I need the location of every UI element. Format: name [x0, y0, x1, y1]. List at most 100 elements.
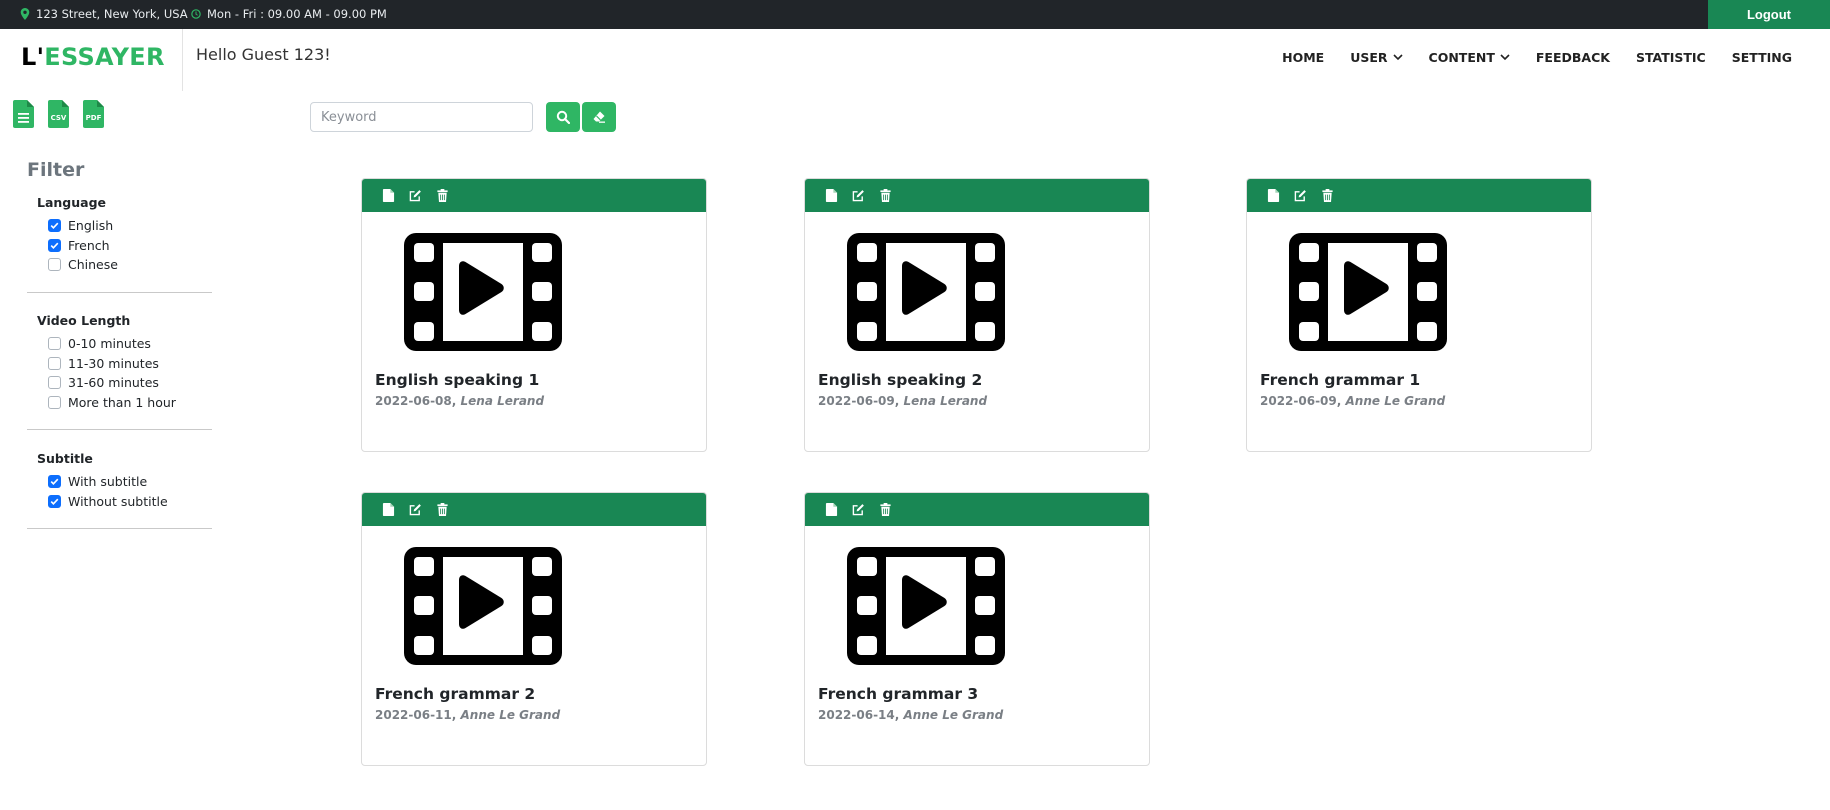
nav-statistic[interactable]: STATISTIC: [1636, 50, 1706, 65]
filter-option-french[interactable]: French: [48, 236, 212, 256]
card-title[interactable]: French grammar 2: [375, 685, 535, 703]
card-date: 2022-06-11,: [375, 708, 457, 722]
filter-option-31-60[interactable]: 31-60 minutes: [48, 373, 212, 393]
address-text: 123 Street, New York, USA: [36, 7, 188, 21]
file-icon[interactable]: [1267, 189, 1280, 202]
card-toolbar: [1247, 179, 1591, 212]
filter-option-chinese[interactable]: Chinese: [48, 255, 212, 275]
header: L'ESSAYER Hello Guest 123! HOME USER CON…: [0, 29, 1830, 91]
video-card[interactable]: English speaking 2 2022-06-09, Lena Lera…: [804, 178, 1150, 452]
filter-option-0-10[interactable]: 0-10 minutes: [48, 334, 212, 354]
trash-icon[interactable]: [1321, 189, 1334, 202]
card-date: 2022-06-08,: [375, 394, 457, 408]
txt-file-icon[interactable]: [13, 100, 34, 128]
file-icon[interactable]: [825, 189, 838, 202]
video-icon: [847, 233, 1005, 351]
pdf-file-icon[interactable]: PDF: [83, 100, 104, 128]
edit-icon[interactable]: [1294, 189, 1307, 202]
filter-divider: [27, 528, 212, 529]
export-toolbar: CSV PDF: [13, 100, 104, 128]
checkbox[interactable]: [48, 475, 61, 489]
card-author: Anne Le Grand: [903, 708, 1004, 722]
nav-setting-label: SETTING: [1731, 50, 1792, 65]
filter-group-title: Language: [37, 195, 107, 210]
card-meta: 2022-06-14, Anne Le Grand: [818, 708, 1003, 722]
nav-home[interactable]: HOME: [1282, 50, 1324, 65]
edit-icon[interactable]: [409, 189, 422, 202]
checkmark-icon: [50, 498, 59, 505]
filter-group-video-length: Video Length 0-10 minutes 11-30 minutes …: [27, 313, 212, 412]
card-toolbar: [362, 493, 706, 526]
main-nav: HOME USER CONTENT FEEDBACK STATISTIC SET…: [1282, 50, 1792, 65]
filter-option-11-30[interactable]: 11-30 minutes: [48, 354, 212, 374]
filter-divider: [27, 292, 212, 293]
edit-icon[interactable]: [852, 189, 865, 202]
card-author: Lena Lerand: [460, 394, 545, 408]
search-button[interactable]: [546, 102, 580, 132]
card-date: 2022-06-09,: [818, 394, 900, 408]
trash-icon[interactable]: [436, 189, 449, 202]
csv-file-icon[interactable]: CSV: [48, 100, 69, 128]
nav-content-label: CONTENT: [1428, 50, 1495, 65]
card-date: 2022-06-09,: [1260, 394, 1342, 408]
edit-icon[interactable]: [852, 503, 865, 516]
video-card[interactable]: French grammar 1 2022-06-09, Anne Le Gra…: [1246, 178, 1592, 452]
clear-button[interactable]: [582, 102, 616, 132]
video-icon: [1289, 233, 1447, 351]
nav-setting[interactable]: SETTING: [1732, 50, 1792, 65]
trash-icon[interactable]: [879, 503, 892, 516]
trash-icon[interactable]: [436, 503, 449, 516]
topbar: 123 Street, New York, USA Mon - Fri : 09…: [0, 0, 1830, 29]
filter-option-with-subtitle[interactable]: With subtitle: [48, 472, 212, 492]
nav-feedback-label: FEEDBACK: [1535, 50, 1610, 65]
file-icon[interactable]: [382, 503, 395, 516]
header-divider: [182, 29, 183, 91]
checkbox[interactable]: [48, 494, 61, 508]
checkbox[interactable]: [48, 219, 61, 233]
chevron-down-icon: [1392, 54, 1403, 61]
logo-prefix: L': [21, 43, 45, 71]
eraser-icon: [593, 111, 605, 123]
nav-content[interactable]: CONTENT: [1429, 50, 1510, 65]
filter-group-subtitle: Subtitle With subtitle Without subtitle: [27, 451, 212, 511]
video-card[interactable]: French grammar 3 2022-06-14, Anne Le Gra…: [804, 492, 1150, 766]
video-card[interactable]: French grammar 2 2022-06-11, Anne Le Gra…: [361, 492, 707, 766]
filter-group-title: Video Length: [37, 313, 131, 328]
card-meta: 2022-06-09, Lena Lerand: [818, 394, 987, 408]
file-icon[interactable]: [382, 189, 395, 202]
filter-option-label: With subtitle: [68, 474, 148, 490]
greeting-text: Hello Guest 123!: [196, 45, 331, 64]
checkbox[interactable]: [48, 258, 61, 272]
card-meta: 2022-06-09, Anne Le Grand: [1260, 394, 1445, 408]
checkbox[interactable]: [48, 337, 61, 351]
edit-icon[interactable]: [409, 503, 422, 516]
filter-option-label: 11-30 minutes: [68, 355, 159, 371]
checkbox[interactable]: [48, 395, 61, 409]
nav-user[interactable]: USER: [1350, 50, 1403, 65]
card-title[interactable]: English speaking 2: [818, 371, 982, 389]
filter-option-without-subtitle[interactable]: Without subtitle: [48, 492, 212, 512]
file-icon[interactable]: [825, 503, 838, 516]
video-icon: [847, 547, 1005, 665]
search-input[interactable]: [310, 102, 533, 132]
filter-option-label: English: [68, 218, 114, 234]
checkbox[interactable]: [48, 238, 61, 252]
card-title[interactable]: French grammar 1: [1260, 371, 1420, 389]
card-title[interactable]: English speaking 1: [375, 371, 539, 389]
card-toolbar: [805, 493, 1149, 526]
logo[interactable]: L'ESSAYER: [21, 43, 165, 71]
checkbox[interactable]: [48, 376, 61, 390]
filter-option-more-1h[interactable]: More than 1 hour: [48, 393, 212, 413]
trash-icon[interactable]: [879, 189, 892, 202]
nav-feedback[interactable]: FEEDBACK: [1536, 50, 1610, 65]
filter-group-title: Subtitle: [37, 451, 93, 466]
hours-text: Mon - Fri : 09.00 AM - 09.00 PM: [207, 7, 387, 21]
filter-option-english[interactable]: English: [48, 216, 212, 236]
nav-statistic-label: STATISTIC: [1635, 50, 1706, 65]
nav-home-label: HOME: [1282, 50, 1325, 65]
card-title[interactable]: French grammar 3: [818, 685, 978, 703]
checkmark-icon: [50, 242, 59, 249]
video-card[interactable]: English speaking 1 2022-06-08, Lena Lera…: [361, 178, 707, 452]
checkbox[interactable]: [48, 356, 61, 370]
logout-button[interactable]: Logout: [1708, 0, 1830, 29]
